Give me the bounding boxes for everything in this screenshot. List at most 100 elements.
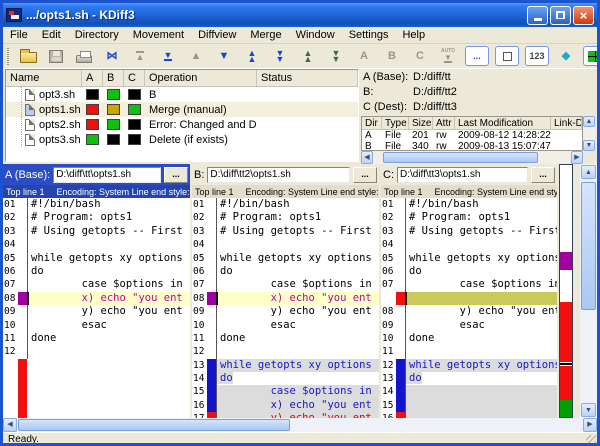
menu-diffview[interactable]: Diffview	[191, 28, 243, 42]
show-line-numbers-button[interactable]: 123	[525, 46, 549, 66]
file-row-opts1.sh[interactable]: opts1.shMerge (manual)	[6, 102, 358, 117]
pane-c-header[interactable]: C:D:\diff\tt3\opts1.sh...	[381, 164, 557, 185]
pane-c-text[interactable]: 01#!/bin/bash02# Program: opts103# Using…	[381, 198, 557, 418]
menu-edit[interactable]: Edit	[35, 28, 68, 42]
attr-column-attr[interactable]: Attr	[433, 117, 455, 129]
line-text: done	[27, 332, 190, 345]
attr-column-type[interactable]: Type	[382, 117, 409, 129]
browse-button[interactable]: ...	[164, 167, 188, 183]
code-line: 15 case $options in	[192, 385, 379, 398]
column-header-a[interactable]: A	[82, 70, 103, 87]
menu-directory[interactable]: Directory	[68, 28, 126, 42]
close-button[interactable]: ×	[573, 6, 594, 25]
minimize-button[interactable]	[527, 6, 548, 25]
attr-column-link[interactable]: Link-Destin	[551, 117, 582, 129]
scroll-up-icon[interactable]: ▲	[581, 165, 596, 179]
menu-merge[interactable]: Merge	[243, 28, 288, 42]
pane-b-text[interactable]: 01#!/bin/bash02# Program: opts103# Using…	[192, 198, 379, 418]
scroll-right-icon[interactable]: ▶	[571, 151, 583, 164]
scroll-thumb[interactable]	[18, 419, 290, 431]
show-whitespace-button[interactable]	[495, 46, 519, 66]
select-line-a-icon[interactable]: A	[353, 47, 375, 66]
toolbar-grip[interactable]	[7, 48, 9, 65]
operation-cell[interactable]: Delete (if exists)	[145, 134, 257, 146]
scroll-left-icon[interactable]: ◀	[361, 151, 373, 164]
title-bar[interactable]: .../opts1.sh - KDiff3 ×	[3, 3, 597, 27]
scroll-up-icon[interactable]: ▲	[583, 116, 595, 127]
line-text: # Using getopts -- First	[27, 225, 190, 238]
c-status-box	[128, 104, 141, 115]
scroll-right-icon[interactable]: ▶	[583, 418, 597, 432]
column-header-status[interactable]: Status	[257, 70, 358, 87]
attr-column-size[interactable]: Size	[409, 117, 433, 129]
scroll-down-icon[interactable]: ▼	[583, 140, 595, 151]
select-line-b-icon[interactable]: B	[381, 47, 403, 66]
operation-cell[interactable]: B	[145, 89, 257, 101]
browse-button[interactable]: ...	[531, 167, 555, 183]
c-status-box	[128, 134, 141, 145]
dir-table-hscrollbar[interactable]: ◀ ▶	[361, 151, 583, 164]
menu-file[interactable]: File	[3, 28, 35, 42]
show-whitespace-chars-button[interactable]: ...	[465, 46, 489, 66]
diff-hscrollbar[interactable]: ◀ ▶	[3, 418, 597, 432]
go-prev-delta-icon[interactable]: ▲	[185, 47, 207, 66]
pane-a-text[interactable]: 01#!/bin/bash02# Program: opts103# Using…	[3, 198, 190, 418]
go-first-delta-icon[interactable]: ▲	[129, 47, 151, 66]
file-row-opts3.sh[interactable]: opts3.shDelete (if exists)	[6, 132, 358, 147]
go-prev-unsolved-conflict-icon[interactable]: ▲▲	[297, 47, 319, 66]
scroll-down-icon[interactable]: ▼	[581, 403, 596, 417]
scroll-thumb[interactable]	[581, 182, 596, 310]
column-header-b[interactable]: B	[103, 70, 124, 87]
diff-vscrollbar[interactable]: ▲ ▼	[580, 164, 597, 418]
split-orientation-icon[interactable]: ◆	[555, 47, 577, 66]
pane-path-input[interactable]: D:\diff\tt\opts1.sh	[53, 167, 161, 183]
open-icon[interactable]	[17, 47, 39, 66]
dir-table-vscrollbar[interactable]: ▲ ▼	[583, 116, 595, 151]
a-base-label: A (Base):	[361, 71, 413, 83]
column-header-name[interactable]: Name	[6, 70, 82, 87]
go-prev-conflict-icon[interactable]: ▲▲	[241, 47, 263, 66]
go-next-delta-icon[interactable]: ▼	[213, 47, 235, 66]
go-last-delta-icon[interactable]: ▼	[157, 47, 179, 66]
file-list[interactable]: NameABCOperationStatus opt3.shBopts1.shM…	[5, 69, 359, 162]
menu-settings[interactable]: Settings	[342, 28, 396, 42]
scroll-thumb[interactable]	[383, 152, 538, 163]
pane-info-line: Top line 1Encoding: System Line end styl…	[381, 185, 557, 198]
line-text: # Program: opts1	[405, 211, 557, 224]
browse-button[interactable]: ...	[353, 167, 377, 183]
diff-overview-column[interactable]	[559, 164, 573, 418]
scroll-left-icon[interactable]: ◀	[3, 418, 17, 432]
file-row-opt3.sh[interactable]: opt3.shB	[6, 87, 358, 102]
maximize-button[interactable]	[550, 6, 571, 25]
pane-path-input[interactable]: D:\diff\tt3\opts1.sh	[397, 167, 528, 183]
column-header-c[interactable]: C	[124, 70, 145, 87]
column-header-operation[interactable]: Operation	[145, 70, 257, 87]
attr-column-dir[interactable]: Dir	[362, 117, 382, 129]
print-icon[interactable]	[73, 47, 95, 66]
operation-cell[interactable]: Error: Changed and Deleted	[145, 119, 257, 131]
attr-row[interactable]: BFile340rw2009-08-13 15:07:47	[362, 141, 582, 151]
save-icon[interactable]	[45, 47, 67, 66]
diff-mark	[18, 238, 27, 251]
menu-movement[interactable]: Movement	[126, 28, 191, 42]
c-status-box	[128, 89, 141, 100]
pane-b-header[interactable]: B:D:\diff\tt2\opts1.sh...	[192, 164, 379, 185]
show-window-a-button[interactable]	[583, 46, 600, 66]
attr-row[interactable]: AFile201rw2009-08-12 14:28:22	[362, 130, 582, 141]
resize-grip[interactable]	[586, 435, 596, 445]
column-c-cell	[124, 104, 145, 115]
attr-column-mod[interactable]: Last Modification	[455, 117, 551, 129]
column-c-cell	[124, 89, 145, 100]
select-line-c-icon[interactable]: C	[409, 47, 431, 66]
menu-help[interactable]: Help	[395, 28, 432, 42]
go-next-unsolved-conflict-icon[interactable]: ▼▼	[325, 47, 347, 66]
file-row-opts2.sh[interactable]: opts2.shError: Changed and Deleted	[6, 117, 358, 132]
operation-cell[interactable]: Merge (manual)	[145, 104, 257, 116]
auto-advance-icon[interactable]: AUTO▼	[437, 47, 459, 66]
file-attributes-table[interactable]: DirTypeSizeAttrLast ModificationLink-Des…	[361, 116, 583, 151]
pane-path-input[interactable]: D:\diff\tt2\opts1.sh	[207, 167, 350, 183]
go-next-conflict-icon[interactable]: ▼▼	[269, 47, 291, 66]
go-current-delta-icon[interactable]: ⋈	[101, 47, 123, 66]
pane-a-header[interactable]: A (Base):D:\diff\tt\opts1.sh...	[3, 164, 190, 185]
menu-window[interactable]: Window	[289, 28, 342, 42]
